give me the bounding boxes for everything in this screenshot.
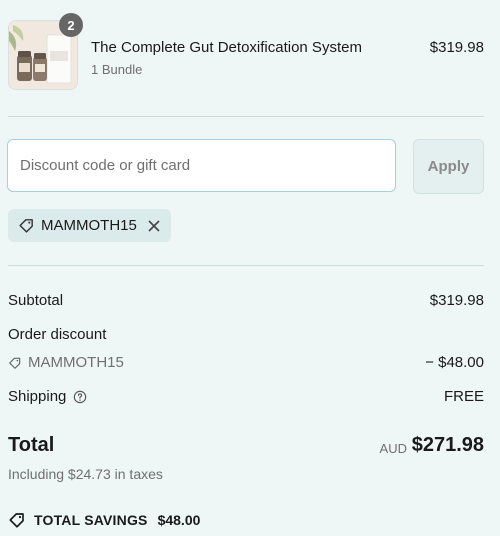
discount-code-label: MAMMOTH15 — [28, 354, 124, 371]
divider — [8, 116, 484, 117]
shipping-label: Shipping — [8, 388, 67, 405]
product-price: $319.98 — [429, 39, 484, 56]
currency-code: AUD — [379, 441, 407, 456]
applied-discount-chip: MAMMOTH15 — [8, 209, 171, 242]
quantity-badge: 2 — [59, 13, 83, 37]
close-icon[interactable] — [147, 219, 161, 233]
total-label: Total — [8, 434, 55, 456]
discount-code-input[interactable] — [7, 139, 396, 192]
total-value: $271.98 — [411, 434, 484, 456]
total-savings-label: TOTAL SAVINGS — [34, 512, 148, 528]
tag-icon — [18, 217, 35, 234]
discount-code-row: MAMMOTH15 — [8, 354, 124, 371]
divider — [8, 265, 484, 266]
shipping-value: FREE — [443, 388, 484, 405]
tag-icon — [8, 356, 22, 370]
subtotal-label: Subtotal — [8, 292, 64, 309]
subtotal-value: $319.98 — [429, 292, 484, 309]
order-discount-label: Order discount — [8, 326, 107, 343]
tax-note: Including $24.73 in taxes — [8, 466, 163, 482]
product-name: The Complete Gut Detoxification System — [91, 39, 362, 56]
savings-tag-icon — [8, 511, 26, 529]
help-icon[interactable] — [73, 390, 87, 404]
total-savings-row: TOTAL SAVINGS $48.00 — [8, 511, 200, 529]
apply-discount-button[interactable]: Apply — [413, 139, 484, 194]
discount-value: − $48.00 — [425, 354, 484, 371]
applied-discount-code: MAMMOTH15 — [41, 217, 137, 234]
product-variant: 1 Bundle — [91, 62, 143, 77]
total-savings-value: $48.00 — [157, 512, 201, 528]
shipping-row: Shipping — [8, 388, 87, 405]
